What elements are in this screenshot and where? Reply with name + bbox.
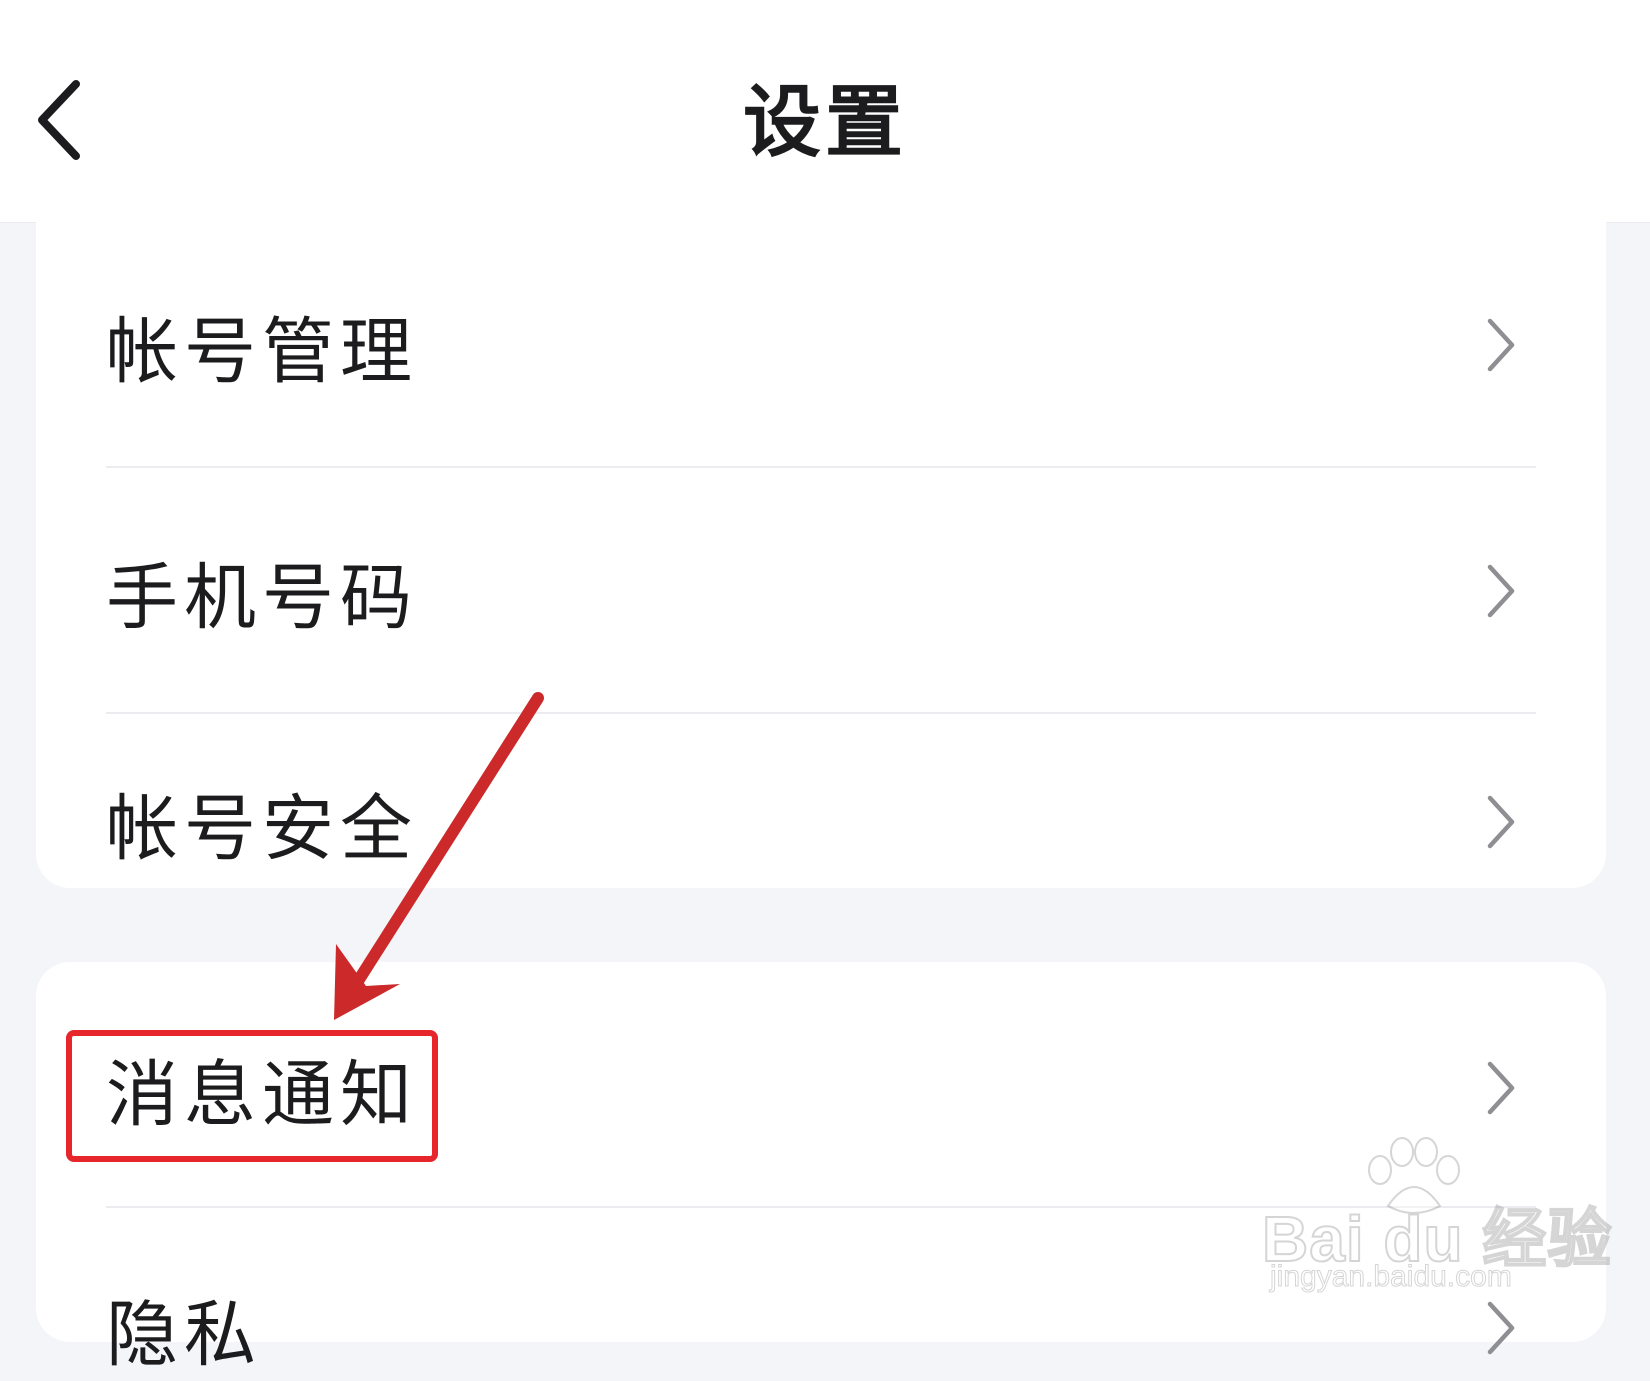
watermark-url: jingyan.baidu.com — [1270, 1260, 1513, 1294]
settings-item-label: 隐私 — [106, 1292, 263, 1377]
settings-group-account: 帐号管理 手机号码 帐号安全 — [36, 222, 1606, 888]
chevron-right-icon — [1484, 1058, 1518, 1118]
chevron-right-icon — [1484, 792, 1518, 852]
page-title: 设置 — [742, 78, 907, 168]
settings-item-label: 手机号码 — [106, 555, 419, 640]
settings-item-label: 帐号安全 — [106, 786, 419, 871]
settings-item-account-security[interactable]: 帐号安全 — [36, 714, 1606, 888]
annotation-highlight-box — [66, 1030, 438, 1162]
settings-item-account-management[interactable]: 帐号管理 — [36, 222, 1606, 468]
baidu-watermark: Bai du 经验 jingyan.baidu.com — [1261, 1136, 1612, 1294]
chevron-right-icon — [1484, 561, 1518, 621]
settings-item-label: 帐号管理 — [106, 309, 419, 394]
chevron-right-icon — [1484, 315, 1518, 375]
settings-item-phone-number[interactable]: 手机号码 — [36, 468, 1606, 714]
nav-bar: 设置 — [0, 0, 1650, 223]
chevron-right-icon — [1484, 1298, 1518, 1358]
